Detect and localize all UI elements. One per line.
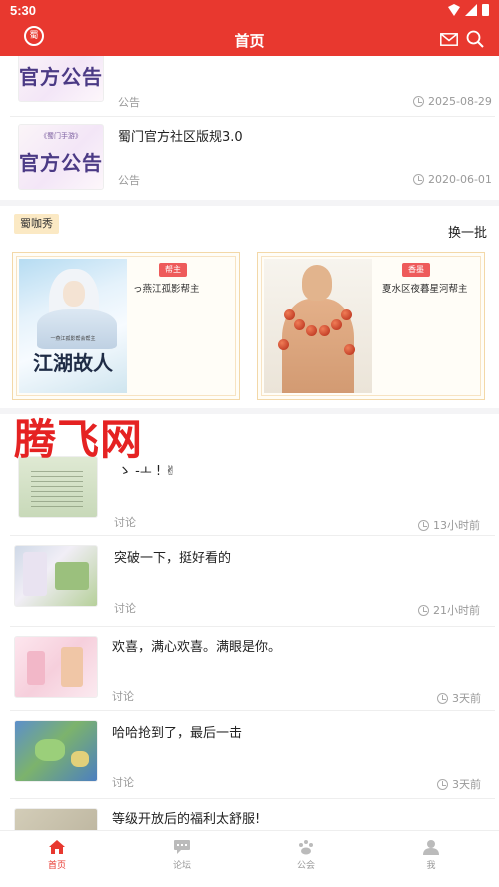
divider <box>10 116 495 117</box>
announcement-thumbnail: 《蜀门手游》 官方公告 <box>18 124 104 190</box>
thumbnail-text: 官方公告 <box>19 65 103 89</box>
post-time-text: 13小时前 <box>433 519 480 532</box>
page-title: 首页 <box>234 32 265 50</box>
bottom-nav: 首页 论坛 公会 我 <box>0 830 499 887</box>
clock-icon <box>437 692 448 704</box>
clock-icon <box>437 778 448 790</box>
clock-icon <box>418 519 429 531</box>
title-bar: 蜀 首页 <box>0 22 499 56</box>
feed[interactable]: 官方公告 公告 2025-08-29 《蜀门手游》 官方公告 蜀门官方社区版规3… <box>0 56 499 830</box>
nav-label: 我 <box>426 861 436 871</box>
showcase-name: 夏水区夜暮星河帮主 <box>382 284 468 295</box>
showcase-image-subtext: 一燕江孤影帮会帮主 <box>50 336 96 342</box>
post-date-text: 2020-06-01 <box>428 173 492 186</box>
home-icon <box>49 840 65 854</box>
clock-icon <box>418 604 429 616</box>
nav-label: 公会 <box>296 861 315 871</box>
nav-item-guild[interactable]: 公会 <box>276 839 336 871</box>
nav-label: 论坛 <box>172 861 191 871</box>
post-title: 蜀门官方社区版规3.0 <box>118 130 243 145</box>
post-date-text: 2025-08-29 <box>428 95 492 108</box>
mail-icon[interactable] <box>440 33 458 46</box>
role-badge: 帮主 <box>159 263 187 277</box>
section-label: 蜀咖秀 <box>14 214 59 234</box>
nav-item-forum[interactable]: 论坛 <box>152 839 212 871</box>
status-time: 5:30 <box>10 3 37 18</box>
signal-icon <box>465 4 477 16</box>
post-tag: 讨论 <box>114 516 136 529</box>
post-thumbnail <box>14 636 98 698</box>
post-tag: 讨论 <box>112 776 134 789</box>
post-time: 21小时前 <box>418 602 480 618</box>
clock-icon <box>413 96 424 107</box>
divider <box>10 710 495 711</box>
post-time-text: 21小时前 <box>433 604 480 617</box>
nav-item-me[interactable]: 我 <box>401 839 461 871</box>
divider <box>10 626 495 627</box>
post-title: 等级开放后的福利太舒服! <box>112 812 261 827</box>
thumbnail-subtext: 《蜀门手游》 <box>40 132 82 140</box>
watermark: 腾飞网 <box>14 415 144 464</box>
showcase-card[interactable]: 香墨 夏水区夜暮星河帮主 <box>257 252 485 400</box>
post-title: 欢喜，满心欢喜。满眼是你。 <box>112 640 282 655</box>
post-tag: 公告 <box>118 174 140 187</box>
thumbnail-text: 官方公告 <box>19 151 103 175</box>
post-tag: 讨论 <box>112 690 134 703</box>
post-time: 3天前 <box>437 690 481 706</box>
post-time: 3天前 <box>437 776 481 792</box>
showcase-name: っ燕江孤影帮主 <box>133 284 200 295</box>
wifi-icon <box>448 4 460 16</box>
post-title: 突破一下，挺好看的 <box>114 551 232 566</box>
nav-label: 首页 <box>47 861 66 871</box>
section-gap <box>0 200 499 206</box>
role-badge: 香墨 <box>402 263 430 277</box>
nav-item-home[interactable]: 首页 <box>27 839 87 871</box>
post-thumbnail <box>14 545 98 607</box>
refresh-button[interactable]: 换一批 <box>448 222 487 241</box>
showcase-image <box>264 259 372 393</box>
status-icons <box>448 4 489 16</box>
chat-icon <box>174 840 190 854</box>
post-date: 2020-06-01 <box>413 173 492 186</box>
post-time-text: 3天前 <box>452 692 481 705</box>
divider <box>10 798 495 799</box>
post-date: 2025-08-29 <box>413 95 492 108</box>
post-thumbnail <box>14 720 98 782</box>
showcase-image: 一燕江孤影帮会帮主 江湖故人 <box>19 259 127 393</box>
paw-icon <box>299 840 313 855</box>
post-tag: 公告 <box>118 96 140 109</box>
search-icon[interactable] <box>466 30 484 48</box>
announcement-thumbnail: 官方公告 <box>18 56 104 102</box>
showcase-card[interactable]: 一燕江孤影帮会帮主 江湖故人 帮主 っ燕江孤影帮主 <box>12 252 240 400</box>
post-time: 13小时前 <box>418 517 480 533</box>
post-title: 哈哈抢到了，最后一击 <box>112 726 243 741</box>
battery-icon <box>482 4 489 16</box>
post-tag: 讨论 <box>114 602 136 615</box>
post-time-text: 3天前 <box>452 778 481 791</box>
user-icon <box>423 840 439 855</box>
showcase-image-text: 江湖故人 <box>33 351 113 375</box>
post-thumbnail <box>14 808 98 830</box>
divider <box>10 535 495 536</box>
clock-icon <box>413 174 424 185</box>
status-bar: 5:30 <box>0 0 499 22</box>
